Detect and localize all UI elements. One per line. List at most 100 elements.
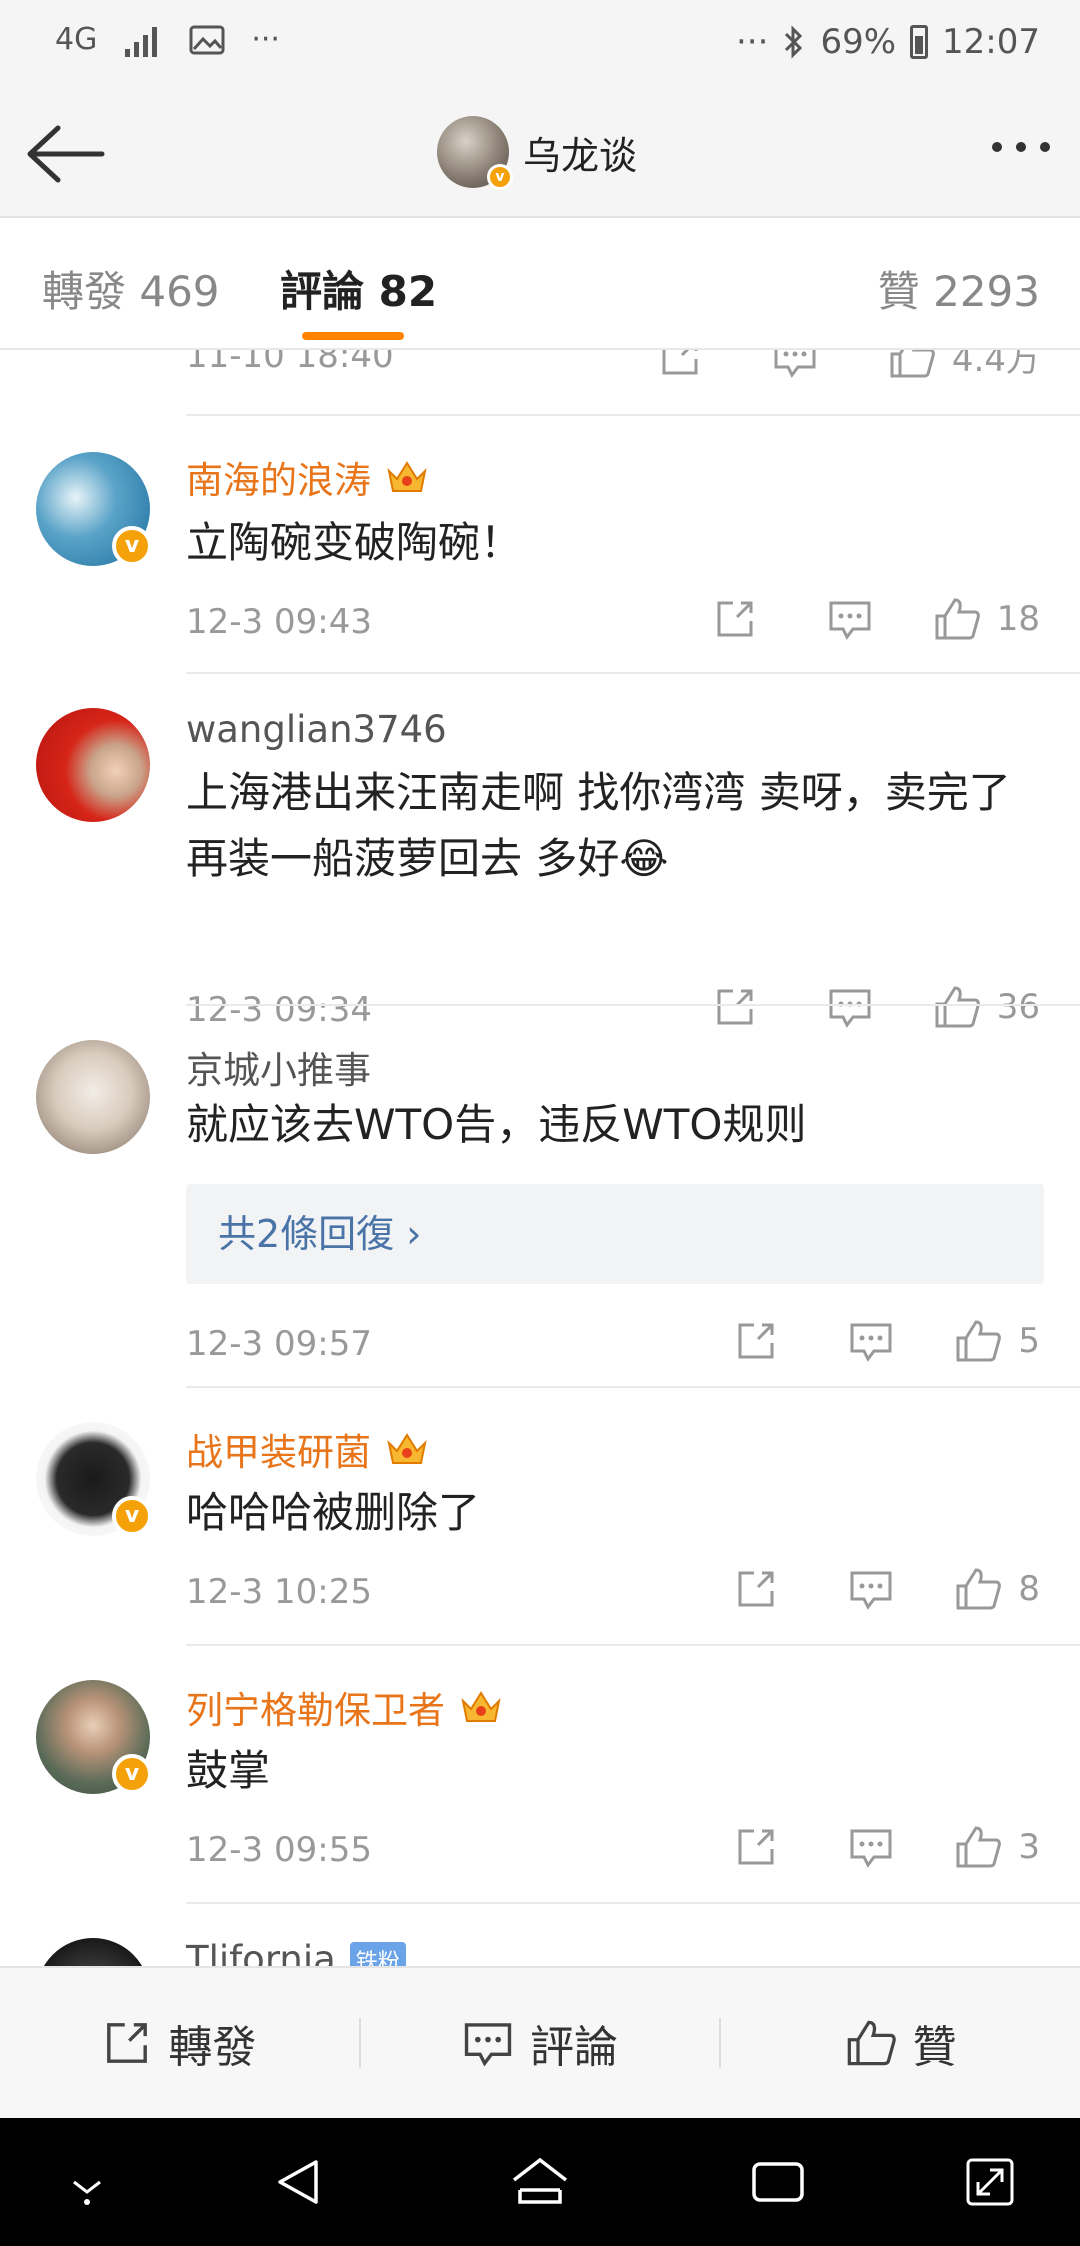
comment-username[interactable]: 南海的浪涛 (186, 450, 429, 504)
like-count: 8 (1018, 1569, 1040, 1609)
comment-icon[interactable] (827, 597, 873, 641)
tab-comments[interactable]: 評論 82 (280, 258, 437, 319)
comment-item: v 南海的浪涛 立陶碗变破陶碗！ 12-3 09:43 18 (0, 414, 1080, 642)
comment-username[interactable]: 列宁格勒保卫者 (186, 1680, 503, 1734)
comment-icon[interactable] (848, 1319, 894, 1363)
tab-bar: 轉發 469 評論 82 贊 2293 (0, 218, 1080, 350)
share-icon[interactable] (658, 350, 702, 379)
crown-icon (387, 1433, 427, 1464)
comment-icon[interactable] (848, 1567, 894, 1611)
comment-time: 11-10 18:40 (186, 350, 394, 376)
author-name[interactable]: 乌龙谈 (523, 125, 637, 180)
bottom-action-bar: 轉發 評論 贊 (0, 1966, 1080, 2118)
user-avatar[interactable]: v (36, 1680, 152, 1794)
comment-item: 京城小推事 就应该去WTO告，违反WTO规则 共2條回復 › 12-3 09:5… (0, 1004, 1080, 1364)
comment-text: 哈哈哈被删除了 (186, 1488, 481, 1537)
more-options-icon[interactable] (992, 142, 1050, 152)
comment-time: 12-3 09:57 (186, 1324, 372, 1364)
share-icon (107, 2023, 148, 2063)
verified-icon: v (112, 1754, 152, 1794)
share-icon[interactable] (734, 1825, 778, 1869)
comment-item: v 列宁格勒保卫者 鼓掌 12-3 09:55 3 (0, 1644, 1080, 1884)
image-icon (189, 25, 225, 54)
user-avatar[interactable] (36, 708, 150, 822)
back-arrow-icon[interactable] (22, 122, 112, 186)
back-nav-icon[interactable] (272, 2154, 328, 2210)
verified-icon: v (112, 1496, 152, 1536)
author-avatar[interactable]: v (437, 116, 513, 190)
thumbs-up-icon (956, 1826, 1002, 1868)
system-navigation-bar (0, 2118, 1080, 2246)
thumbs-up-icon (956, 1568, 1002, 1610)
user-avatar[interactable] (36, 1040, 150, 1154)
recents-nav-icon[interactable] (750, 2154, 806, 2210)
home-nav-icon[interactable] (508, 2154, 572, 2210)
username-text: 京城小推事 (186, 1049, 371, 1092)
list-item: 11-10 18:40 4.4万 (0, 350, 1080, 402)
comment-username[interactable]: 战甲装研菌 (186, 1422, 429, 1476)
like-button[interactable]: 3 (954, 1824, 1040, 1870)
comment-username[interactable]: wanglian3746 (186, 708, 447, 751)
repost-button[interactable]: 轉發 (0, 1968, 359, 2118)
status-bar: 4G ··· ··· 69% 12:07 (0, 0, 1080, 92)
like-count: 3 (1018, 1827, 1040, 1867)
bluetooth-icon (785, 25, 803, 59)
comment-text: 上海港出来汪南走啊 找你湾湾 卖呀，卖完了再装一船菠萝回去 多好😂 (186, 768, 1011, 883)
comment-icon[interactable] (848, 1825, 894, 1869)
comment-text: 就应该去WTO告，违反WTO规则 (186, 1100, 807, 1149)
user-avatar[interactable]: v (36, 1422, 152, 1536)
view-replies-link[interactable]: 共2條回復 › (186, 1184, 1044, 1284)
tab-likes[interactable]: 贊 2293 (878, 258, 1040, 319)
like-button[interactable]: 4.4万 (888, 350, 1040, 381)
like-button[interactable]: 5 (954, 1318, 1040, 1364)
notification-overflow: ··· (251, 22, 280, 57)
like-post-button[interactable]: 贊 (721, 1968, 1080, 2118)
battery-percent: 69% (820, 22, 897, 62)
comment-icon[interactable] (772, 350, 818, 379)
comment-time: 12-3 09:43 (186, 602, 372, 642)
tab-reposts[interactable]: 轉發 469 (42, 258, 220, 319)
verified-icon: v (487, 164, 513, 190)
network-indicator: 4G (55, 22, 98, 57)
comment-button[interactable]: 評論 (361, 1968, 720, 2118)
comment-item: wanglian3746 上海港出来汪南走啊 找你湾湾 卖呀，卖完了再装一船菠萝… (0, 672, 1080, 1030)
username-text: Tlifornia (186, 1938, 336, 1966)
username-text: wanglian3746 (186, 708, 447, 751)
divider (186, 1386, 1080, 1388)
comment-username[interactable]: Tlifornia 铁粉 (186, 1938, 406, 1966)
share-icon[interactable] (734, 1567, 778, 1611)
comment-text: 立陶碗变破陶碗！ (186, 518, 523, 567)
crown-icon (387, 461, 427, 492)
divider (186, 1004, 1080, 1006)
share-icon[interactable] (713, 597, 757, 641)
comment-list: 11-10 18:40 4.4万 v 南海的浪涛 立陶碗变破陶碗！ 12-3 0… (0, 350, 1080, 1966)
comment-icon (464, 2023, 512, 2067)
crown-icon (461, 1691, 501, 1722)
status-overflow: ··· (736, 22, 769, 62)
thumbs-up-icon (935, 598, 980, 640)
like-button[interactable]: 8 (954, 1566, 1040, 1612)
top-nav-bar: v 乌龙谈 (0, 92, 1080, 218)
user-avatar[interactable] (36, 1938, 150, 1966)
username-text: 列宁格勒保卫者 (186, 1689, 445, 1732)
like-count: 4.4万 (951, 350, 1040, 380)
repost-label: 轉發 (168, 2022, 257, 2073)
like-label: 贊 (912, 2022, 957, 2073)
like-count: 18 (996, 599, 1040, 639)
hide-keyboard-icon[interactable] (62, 2154, 112, 2210)
user-avatar[interactable]: v (36, 452, 152, 566)
fan-badge: 铁粉 (349, 1941, 406, 1966)
divider (186, 672, 1080, 674)
comment-time: 12-3 10:25 (186, 1572, 372, 1612)
thumbs-up-icon (847, 2020, 896, 2066)
battery-icon (910, 25, 929, 59)
like-count: 5 (1018, 1321, 1040, 1361)
share-icon[interactable] (734, 1319, 778, 1363)
expand-screen-icon[interactable] (962, 2154, 1018, 2210)
post-author[interactable]: v 乌龙谈 (437, 116, 637, 190)
comment-username[interactable]: 京城小推事 (186, 1040, 371, 1094)
like-button[interactable]: 18 (933, 596, 1040, 642)
thumbs-up-icon (956, 1320, 1002, 1362)
comment-item: v 战甲装研菌 哈哈哈被删除了 12-3 10:25 8 (0, 1386, 1080, 1626)
clock: 12:07 (942, 22, 1040, 62)
